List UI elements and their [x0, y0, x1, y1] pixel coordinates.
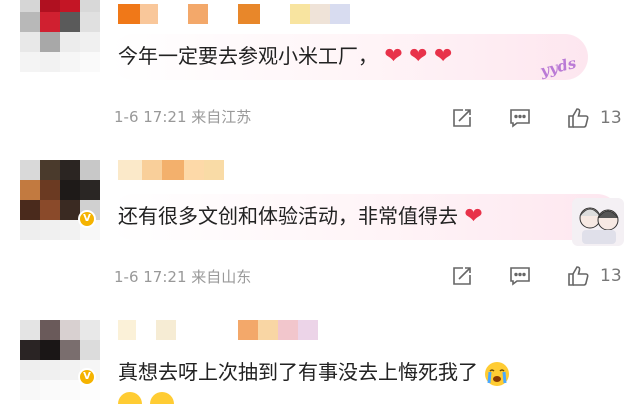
thumbs-up-icon[interactable] [566, 106, 590, 130]
heart-icon: ❤ [464, 204, 483, 229]
heart-icon: ❤ [433, 44, 453, 69]
comment-meta: 1-6 17:21 来自山东 [114, 266, 251, 287]
emoji-icon [150, 392, 174, 404]
comment-text: 还有很多文创和体验活动，非常值得去 [118, 204, 458, 228]
location-source: 来自江苏 [191, 108, 252, 126]
comment-text: 今年一定要去参观小米工厂， [118, 44, 378, 68]
timestamp: 1-6 17:21 [114, 268, 187, 286]
comment-text: 真想去呀上次抽到了有事没去上悔死我了 [118, 360, 478, 384]
anime-sticker [572, 198, 624, 246]
avatar[interactable] [20, 320, 100, 400]
comment-item: V 还有很多文创和体验活动，非常值得去 ❤ 1-6 17:21 来自山东 13 [0, 150, 640, 300]
username-blurred[interactable] [118, 160, 224, 180]
comment-text-row: 还有很多文创和体验活动，非常值得去 ❤ [118, 202, 483, 231]
share-icon[interactable] [450, 106, 474, 130]
comment-item: 今年一定要去参观小米工厂， ❤ ❤ ❤ yyds 1-6 17:21 来自江苏 … [0, 0, 640, 150]
verified-badge-icon: V [78, 210, 96, 228]
avatar[interactable] [20, 0, 100, 72]
timestamp: 1-6 17:21 [114, 108, 187, 126]
username-blurred[interactable] [118, 4, 350, 24]
share-icon[interactable] [450, 264, 474, 288]
comment-item: V 真想去呀上次抽到了有事没去上悔死我了 [0, 300, 640, 404]
emoji-row-overflow [118, 392, 174, 404]
like-count: 13 [600, 266, 622, 286]
comment-text-row: 今年一定要去参观小米工厂， ❤ ❤ ❤ [118, 42, 452, 71]
emoji-icon [118, 392, 142, 404]
location-source: 来自山东 [191, 268, 252, 286]
comment-icon[interactable] [508, 106, 532, 130]
comment-actions: 13 [450, 106, 622, 130]
comment-icon[interactable] [508, 264, 532, 288]
username-blurred[interactable] [118, 320, 318, 340]
comment-meta: 1-6 17:21 来自江苏 [114, 106, 251, 127]
crying-face-icon [485, 361, 510, 386]
verified-badge-icon: V [78, 368, 96, 386]
heart-icon: ❤ [384, 44, 403, 69]
comment-text-row: 真想去呀上次抽到了有事没去上悔死我了 [118, 358, 510, 387]
avatar[interactable] [20, 160, 100, 240]
comment-actions: 13 [450, 264, 622, 288]
like-count: 13 [600, 108, 622, 128]
heart-icon: ❤ [409, 44, 428, 69]
thumbs-up-icon[interactable] [566, 264, 590, 288]
